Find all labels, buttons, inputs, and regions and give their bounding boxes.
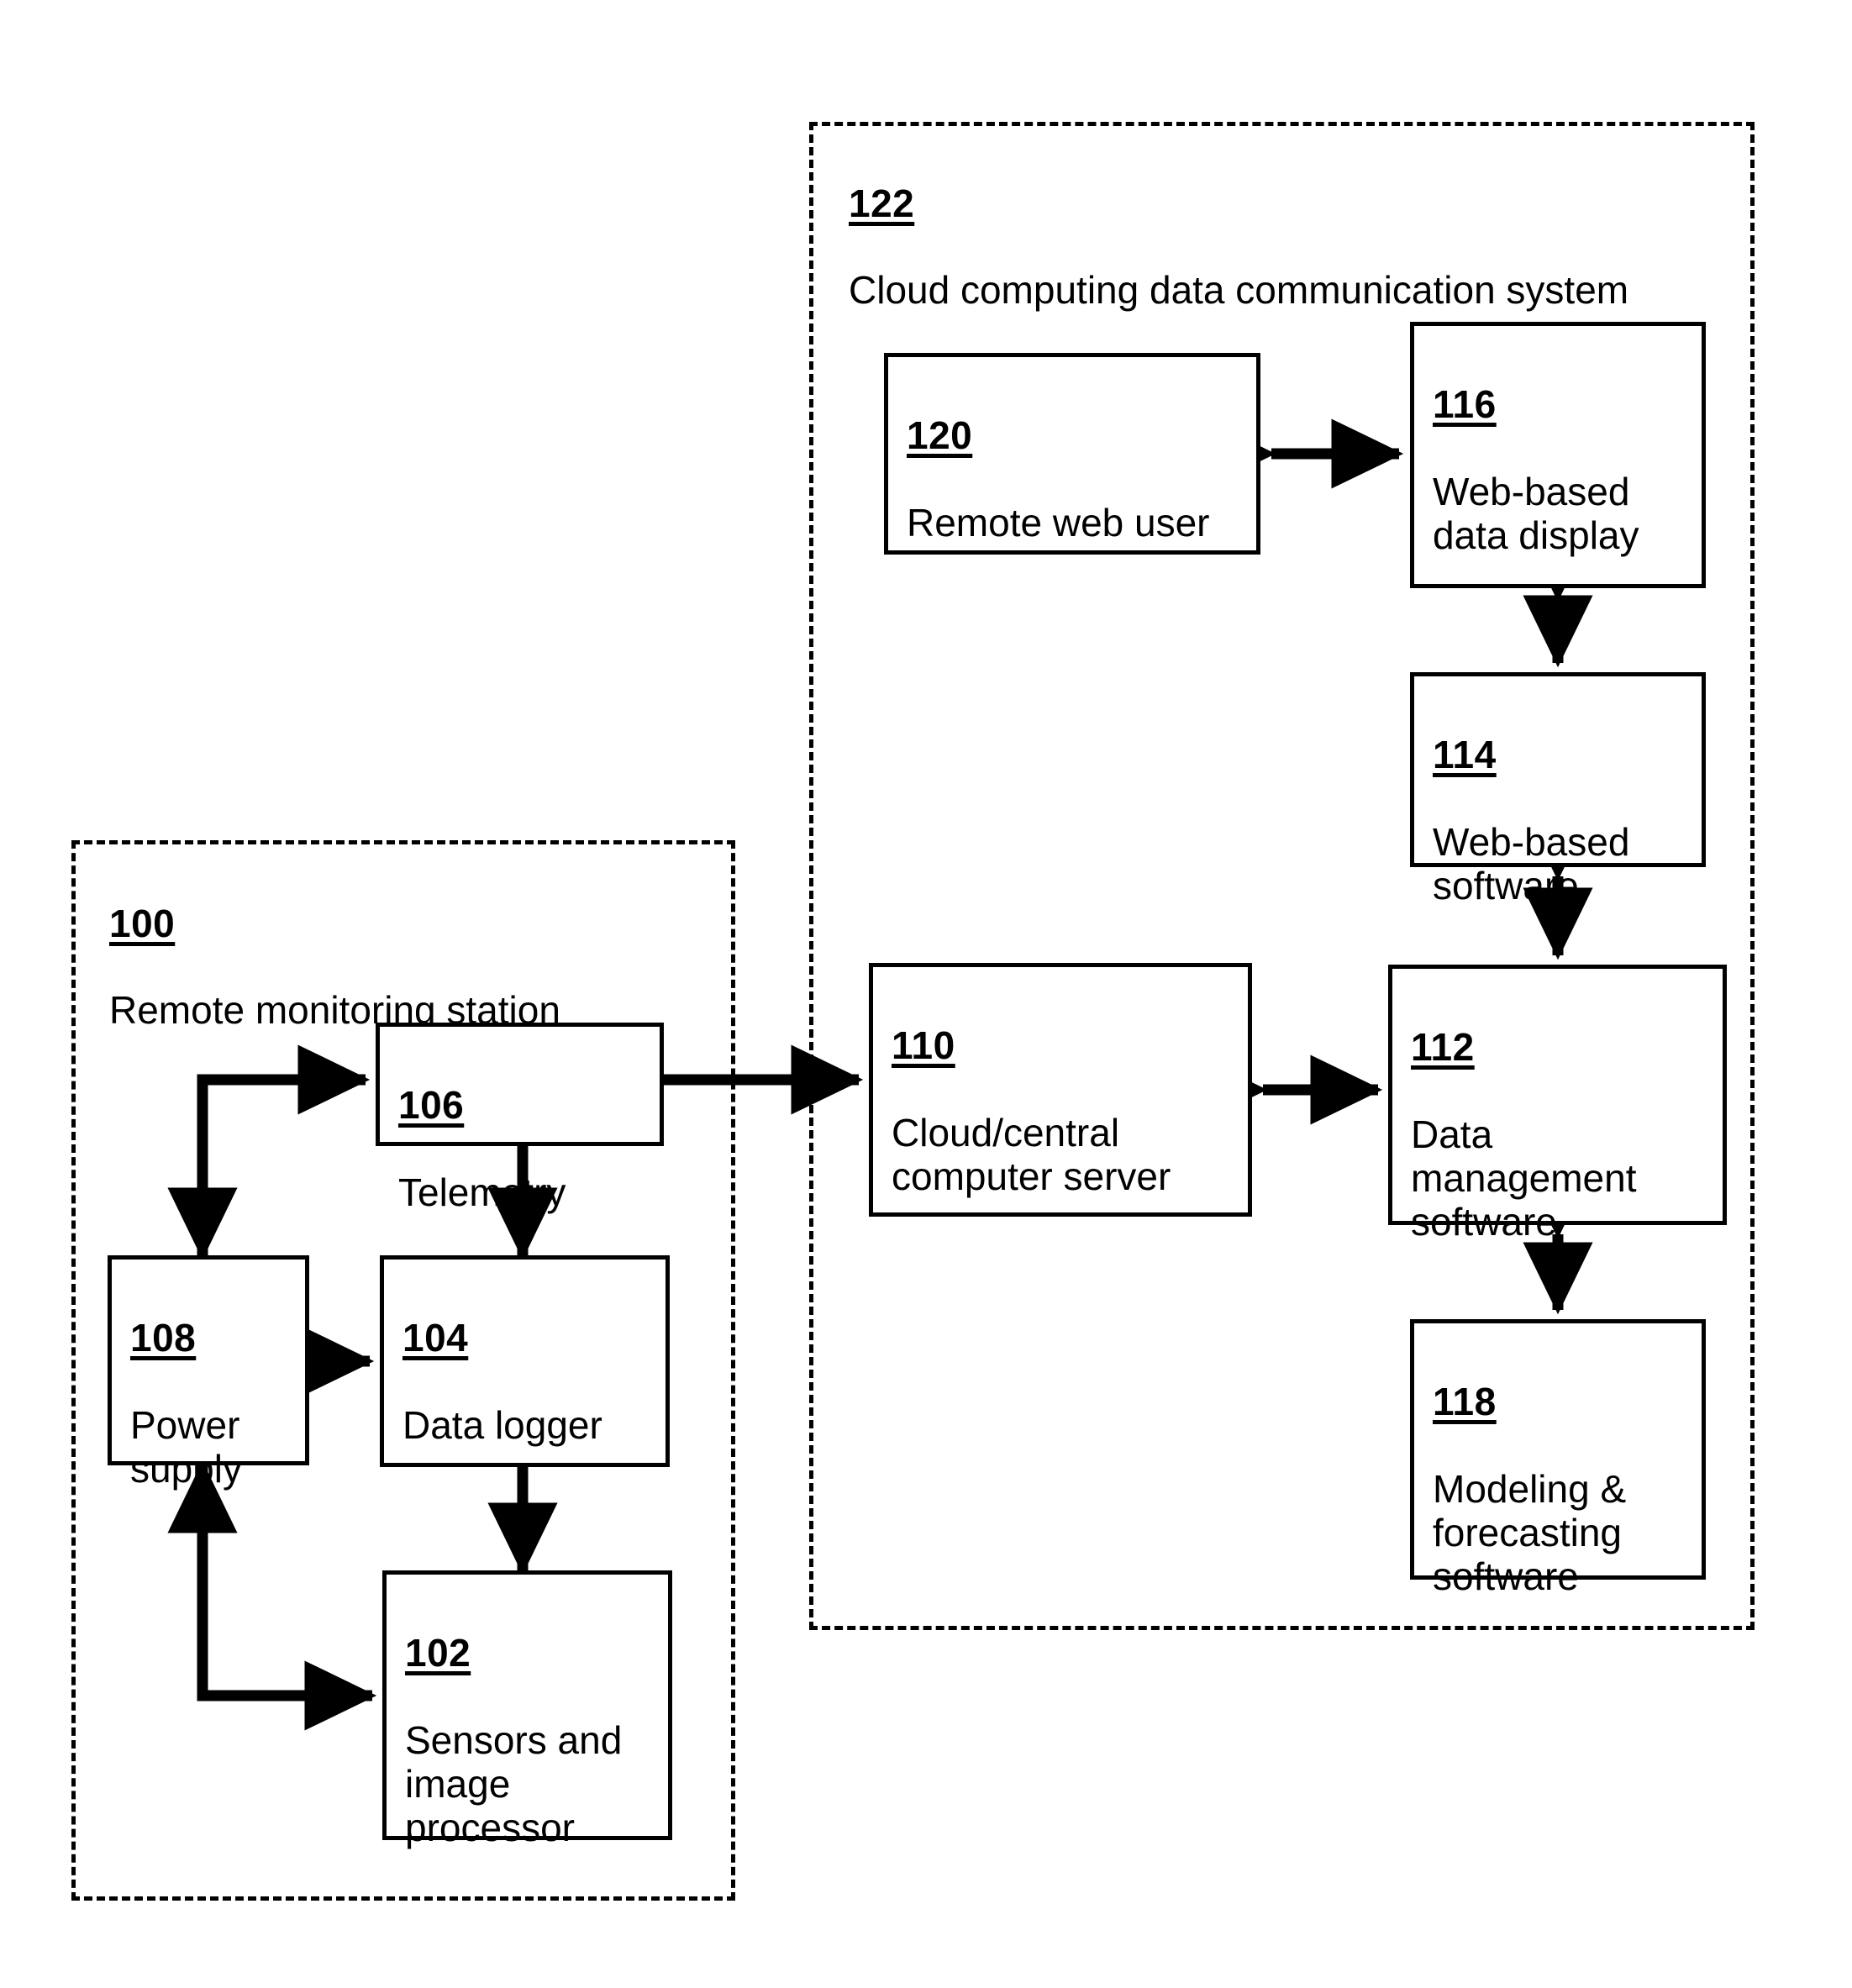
group-label-remote-monitoring-station: 100 Remote monitoring station — [109, 859, 697, 1032]
node-web-based-software[interactable]: 114 Web-based software — [1410, 672, 1706, 907]
node-data-logger[interactable]: 104 Data logger — [380, 1255, 670, 1467]
node-ref-112: 112 — [1411, 1024, 1475, 1069]
node-text-120: 120 Remote web user — [907, 371, 1244, 545]
node-modeling-forecasting-software[interactable]: 118 Modeling & forecasting software — [1410, 1319, 1706, 1598]
patent-figure: 122 Cloud computing data communication s… — [0, 0, 1852, 1988]
node-label-118: Modeling & forecasting software — [1433, 1466, 1627, 1598]
node-cloud-central-computer-server[interactable]: 110 Cloud/central computer server — [869, 963, 1252, 1217]
node-ref-114: 114 — [1433, 732, 1497, 776]
node-label-102: Sensors and image processor — [405, 1717, 623, 1849]
node-label-114: Web-based software — [1433, 819, 1630, 907]
node-ref-116: 116 — [1433, 381, 1497, 426]
node-sensors-and-image-processor[interactable]: 102 Sensors and image processor — [382, 1570, 672, 1849]
node-text-114: 114 Web-based software — [1433, 690, 1690, 908]
node-ref-108: 108 — [130, 1315, 197, 1360]
node-label-120: Remote web user — [907, 500, 1210, 544]
node-text-112: 112 Data management software — [1411, 982, 1711, 1244]
node-label-104: Data logger — [402, 1402, 602, 1447]
node-text-102: 102 Sensors and image processor — [405, 1588, 656, 1850]
node-power-supply[interactable]: 108 Power supply — [108, 1255, 309, 1491]
group-title-122: Cloud computing data communication syste… — [849, 267, 1629, 312]
node-text-108: 108 Power supply — [130, 1273, 293, 1491]
node-ref-104: 104 — [402, 1315, 469, 1360]
node-text-104: 104 Data logger — [402, 1273, 654, 1448]
node-web-based-data-display[interactable]: 116 Web-based data display — [1410, 322, 1706, 588]
node-text-106: 106 Telemetry — [398, 1040, 648, 1215]
node-text-110: 110 Cloud/central computer server — [892, 981, 1236, 1199]
group-ref-100: 100 — [109, 901, 176, 945]
node-label-112: Data management software — [1411, 1112, 1637, 1244]
group-label-cloud-computing-system: 122 Cloud computing data communication s… — [849, 139, 1689, 312]
group-ref-122: 122 — [849, 181, 915, 225]
node-label-110: Cloud/central computer server — [892, 1110, 1171, 1198]
node-label-116: Web-based data display — [1433, 469, 1639, 557]
node-label-108: Power supply — [130, 1402, 242, 1491]
node-ref-106: 106 — [398, 1082, 465, 1127]
node-label-106: Telemetry — [398, 1170, 566, 1214]
node-ref-110: 110 — [892, 1023, 955, 1067]
node-text-116: 116 Web-based data display — [1433, 339, 1690, 558]
node-text-118: 118 Modeling & forecasting software — [1433, 1337, 1690, 1599]
node-ref-118: 118 — [1433, 1379, 1497, 1423]
node-remote-web-user[interactable]: 120 Remote web user — [884, 353, 1260, 555]
node-ref-102: 102 — [405, 1630, 471, 1675]
node-telemetry[interactable]: 106 Telemetry — [376, 1023, 664, 1214]
node-data-management-software[interactable]: 112 Data management software — [1388, 965, 1727, 1244]
node-ref-120: 120 — [907, 413, 973, 457]
